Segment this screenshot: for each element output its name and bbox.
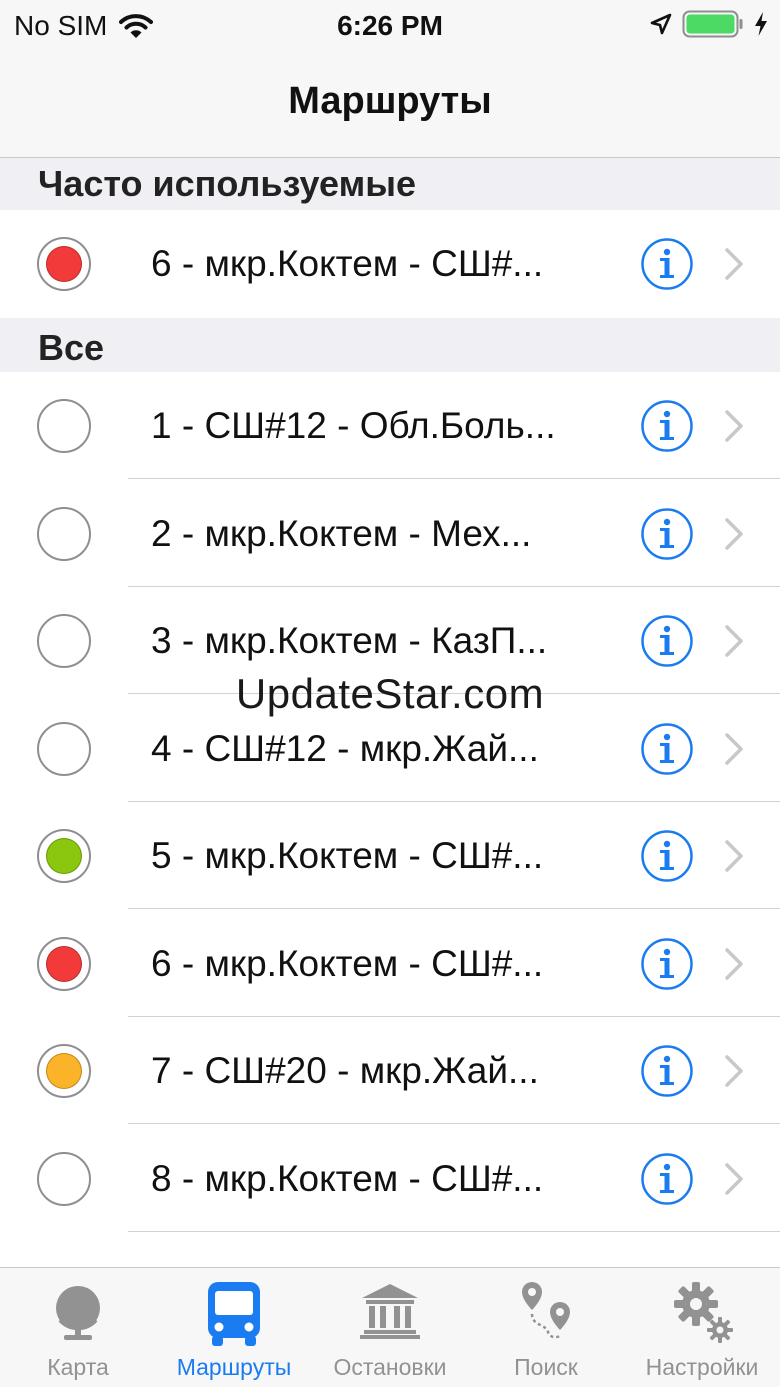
tab-label: Карта — [47, 1354, 109, 1380]
route-name: 3 - мкр.Коктем - КазП... — [151, 620, 548, 661]
tab-label: Поиск — [514, 1354, 578, 1380]
route-color-indicator — [37, 1151, 91, 1206]
chevron-right-icon — [725, 732, 743, 765]
route-row[interactable]: 4 - СШ#12 - мкр.Жай... — [0, 694, 780, 802]
tab-search[interactable]: Поиск — [468, 1268, 624, 1387]
chevron-right-icon — [725, 1162, 743, 1195]
tab-label: Маршруты — [176, 1354, 292, 1380]
route-color-indicator — [37, 614, 91, 668]
route-color-indicator — [37, 829, 91, 883]
chevron-right-icon — [725, 410, 743, 442]
route-name: 6 - мкр.Коктем - СШ#... — [151, 243, 544, 284]
info-icon[interactable] — [640, 937, 694, 991]
chevron-right-icon — [725, 248, 743, 280]
route-name: 7 - СШ#20 - мкр.Жай... — [151, 1050, 539, 1091]
location-arrow-icon — [650, 13, 672, 35]
info-icon[interactable] — [640, 237, 694, 291]
status-bar: No SIM 6:26 PM — [0, 0, 780, 54]
tab-label: Остановки — [333, 1354, 447, 1380]
tab-routes[interactable]: Маршруты — [156, 1268, 312, 1387]
tab-stops[interactable]: Остановки — [312, 1268, 468, 1387]
tab-map[interactable]: Карта — [0, 1268, 156, 1387]
route-color-dot — [46, 246, 82, 282]
route-color-dot — [46, 838, 82, 874]
status-right — [650, 10, 768, 38]
gears-icon — [674, 1282, 733, 1343]
route-color-indicator — [37, 399, 91, 453]
route-row[interactable]: 1 - СШ#12 - Обл.Боль... — [0, 372, 780, 479]
route-name: 6 - мкр.Коктем - СШ#... — [151, 942, 544, 984]
info-icon[interactable] — [640, 722, 694, 776]
route-name: 5 - мкр.Коктем - СШ#... — [151, 835, 544, 876]
info-icon[interactable] — [640, 1044, 694, 1098]
route-row[interactable]: 8 - мкр.Коктем - СШ#... — [0, 1124, 780, 1232]
tab-settings[interactable]: Настройки — [624, 1268, 780, 1387]
info-icon[interactable] — [640, 614, 694, 668]
info-icon[interactable] — [640, 1152, 694, 1206]
building-icon — [360, 1284, 420, 1339]
globe-icon — [56, 1286, 100, 1340]
route-color-dot — [46, 945, 82, 982]
info-icon[interactable] — [640, 507, 694, 561]
bus-icon — [208, 1282, 260, 1346]
route-color-indicator — [37, 237, 91, 291]
battery-icon — [682, 10, 743, 38]
route-row[interactable]: 5 - мкр.Коктем - СШ#... — [0, 802, 780, 909]
section-header-all: Все — [0, 318, 780, 372]
charging-bolt-icon — [755, 12, 767, 36]
route-row[interactable]: 6 - мкр.Коктем - СШ#... — [0, 210, 780, 317]
route-color-indicator — [37, 721, 91, 776]
route-row[interactable]: 3 - мкр.Коктем - КазП... — [0, 587, 780, 694]
route-name: 1 - СШ#12 - Обл.Боль... — [151, 405, 556, 446]
route-row[interactable]: 6 - мкр.Коктем - СШ#... — [0, 909, 780, 1017]
route-name: 4 - СШ#12 - мкр.Жай... — [151, 727, 539, 769]
route-pins-icon — [522, 1282, 570, 1339]
route-color-indicator — [37, 506, 91, 561]
chevron-right-icon — [725, 947, 743, 980]
route-color-indicator — [37, 936, 91, 991]
tab-bar: Карта Маршруты Остановки Поиск Настройки — [0, 1267, 780, 1387]
chevron-right-icon — [725, 625, 743, 657]
route-name: 8 - мкр.Коктем - СШ#... — [151, 1157, 544, 1199]
route-name: 2 - мкр.Коктем - Мех... — [151, 512, 532, 554]
info-icon[interactable] — [640, 399, 694, 453]
info-icon[interactable] — [640, 829, 694, 883]
page-title: Маршруты — [288, 80, 492, 122]
route-row[interactable]: 2 - мкр.Коктем - Мех... — [0, 479, 780, 587]
chevron-right-icon — [725, 840, 743, 872]
chevron-right-icon — [725, 517, 743, 550]
navigation-bar: Маршруты — [0, 54, 780, 158]
row-separator — [128, 1230, 780, 1232]
route-color-indicator — [37, 1044, 91, 1098]
route-row[interactable]: 7 - СШ#20 - мкр.Жай... — [0, 1017, 780, 1124]
tab-label: Настройки — [645, 1354, 759, 1380]
chevron-right-icon — [725, 1055, 743, 1087]
route-color-dot — [46, 1053, 82, 1089]
section-header-frequent: Часто используемые — [0, 158, 780, 210]
